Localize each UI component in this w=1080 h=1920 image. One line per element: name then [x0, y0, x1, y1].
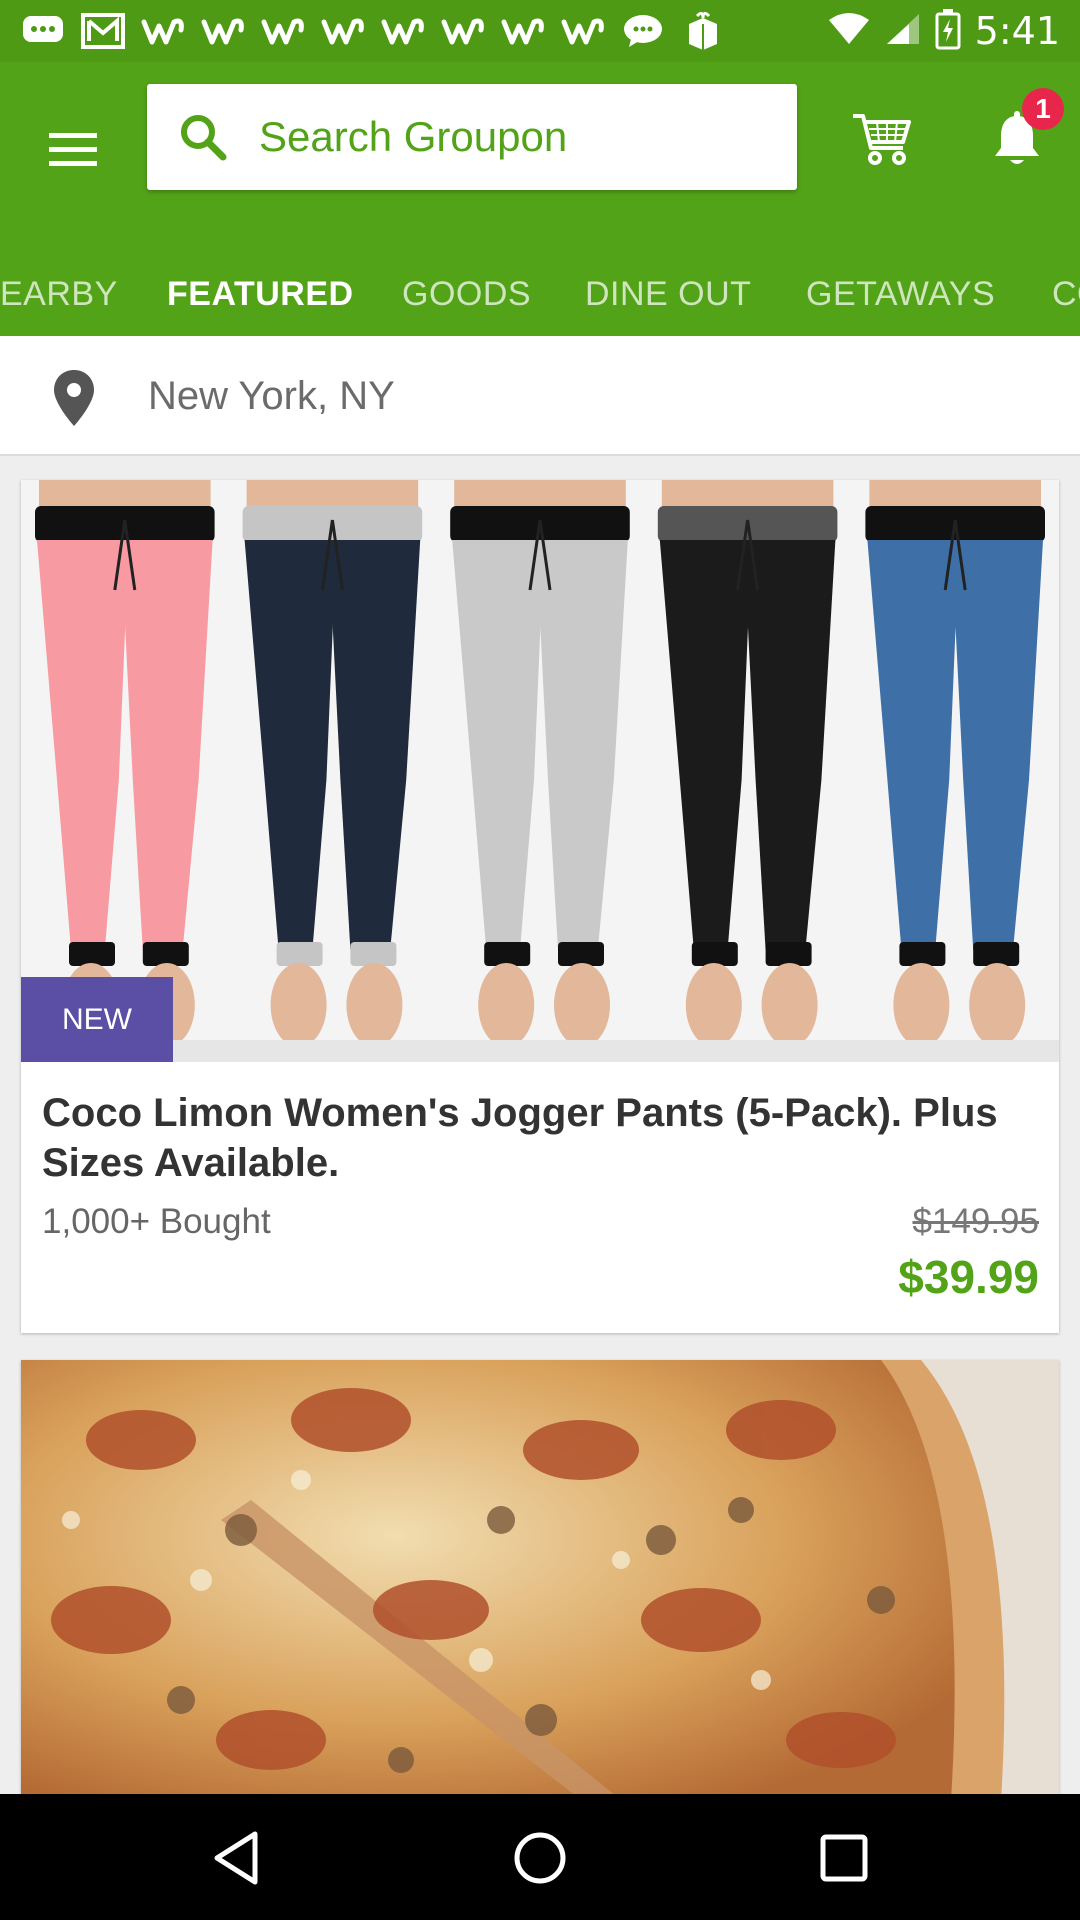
wish-app-icon: [500, 11, 546, 51]
recents-square-icon: [820, 1834, 868, 1882]
tab-featured[interactable]: FEATURED: [167, 252, 354, 336]
back-button[interactable]: [200, 1822, 272, 1894]
deal-image: [21, 480, 1059, 1062]
pants-figure: [865, 480, 1045, 1047]
wish-app-icon: [560, 11, 606, 51]
chat-bubble-icon: [20, 11, 66, 51]
home-circle-icon: [514, 1832, 566, 1884]
deal-price: $39.99: [898, 1251, 1039, 1303]
location-text: New York, NY: [148, 373, 395, 418]
home-button[interactable]: [504, 1822, 576, 1894]
pants-figure: [450, 480, 630, 1047]
pizza-photo: [21, 1360, 1059, 1800]
app-bar: 1 EARBY FEATURED GOODS DINE OUT GETAWAYS…: [0, 62, 1080, 336]
pants-figure: [242, 480, 423, 1047]
tab-getaways[interactable]: GETAWAYS: [806, 252, 995, 336]
search-input[interactable]: [259, 113, 759, 161]
deal-card[interactable]: [21, 1360, 1059, 1800]
shopping-cart-icon: [853, 114, 911, 165]
notification-badge: 1: [1022, 88, 1064, 130]
location-selector[interactable]: New York, NY: [0, 336, 1080, 456]
gmail-icon: [80, 11, 126, 51]
jogger-pants-photo: [21, 480, 1059, 1062]
tab-coupons[interactable]: CO: [1052, 252, 1080, 336]
deal-title: Coco Limon Women's Jogger Pants (5-Pack)…: [42, 1091, 998, 1185]
floor-shadow: [21, 1040, 1059, 1062]
battery-charging-icon: [935, 8, 961, 55]
wish-app-icon: [440, 11, 486, 51]
new-badge: NEW: [21, 977, 173, 1062]
recents-button[interactable]: [808, 1822, 880, 1894]
original-price: $149.95: [912, 1202, 1039, 1241]
cell-signal-icon: [885, 12, 921, 51]
gift-box-icon: [680, 11, 726, 51]
wish-app-icon: [140, 11, 186, 51]
tab-nearby[interactable]: EARBY: [0, 252, 118, 336]
messenger-icon: [620, 11, 666, 51]
category-tabs: EARBY FEATURED GOODS DINE OUT GETAWAYS C…: [0, 252, 1080, 336]
notification-icons: [20, 11, 726, 51]
tab-dine-out[interactable]: DINE OUT: [585, 252, 751, 336]
wifi-icon: [827, 12, 871, 51]
tab-goods[interactable]: GOODS: [402, 252, 531, 336]
status-bar: 5:41: [0, 0, 1080, 62]
back-triangle-icon: [214, 1831, 258, 1885]
search-icon: [173, 107, 233, 167]
pants-figure: [35, 480, 215, 1047]
wish-app-icon: [200, 11, 246, 51]
search-bar[interactable]: [147, 84, 797, 190]
wish-app-icon: [320, 11, 366, 51]
pants-figure: [657, 480, 838, 1047]
menu-button[interactable]: [38, 114, 108, 184]
system-nav-bar: [0, 1794, 1080, 1920]
hamburger-menu-icon: [49, 133, 97, 166]
wish-app-icon: [380, 11, 426, 51]
bought-count: 1,000+ Bought: [42, 1202, 271, 1241]
location-pin-icon: [54, 370, 94, 426]
clock: 5:41: [974, 9, 1060, 53]
cart-button[interactable]: [845, 102, 919, 176]
wish-app-icon: [260, 11, 306, 51]
deal-card[interactable]: NEW Coco Limon Women's Jogger Pants (5-P…: [21, 480, 1059, 1333]
